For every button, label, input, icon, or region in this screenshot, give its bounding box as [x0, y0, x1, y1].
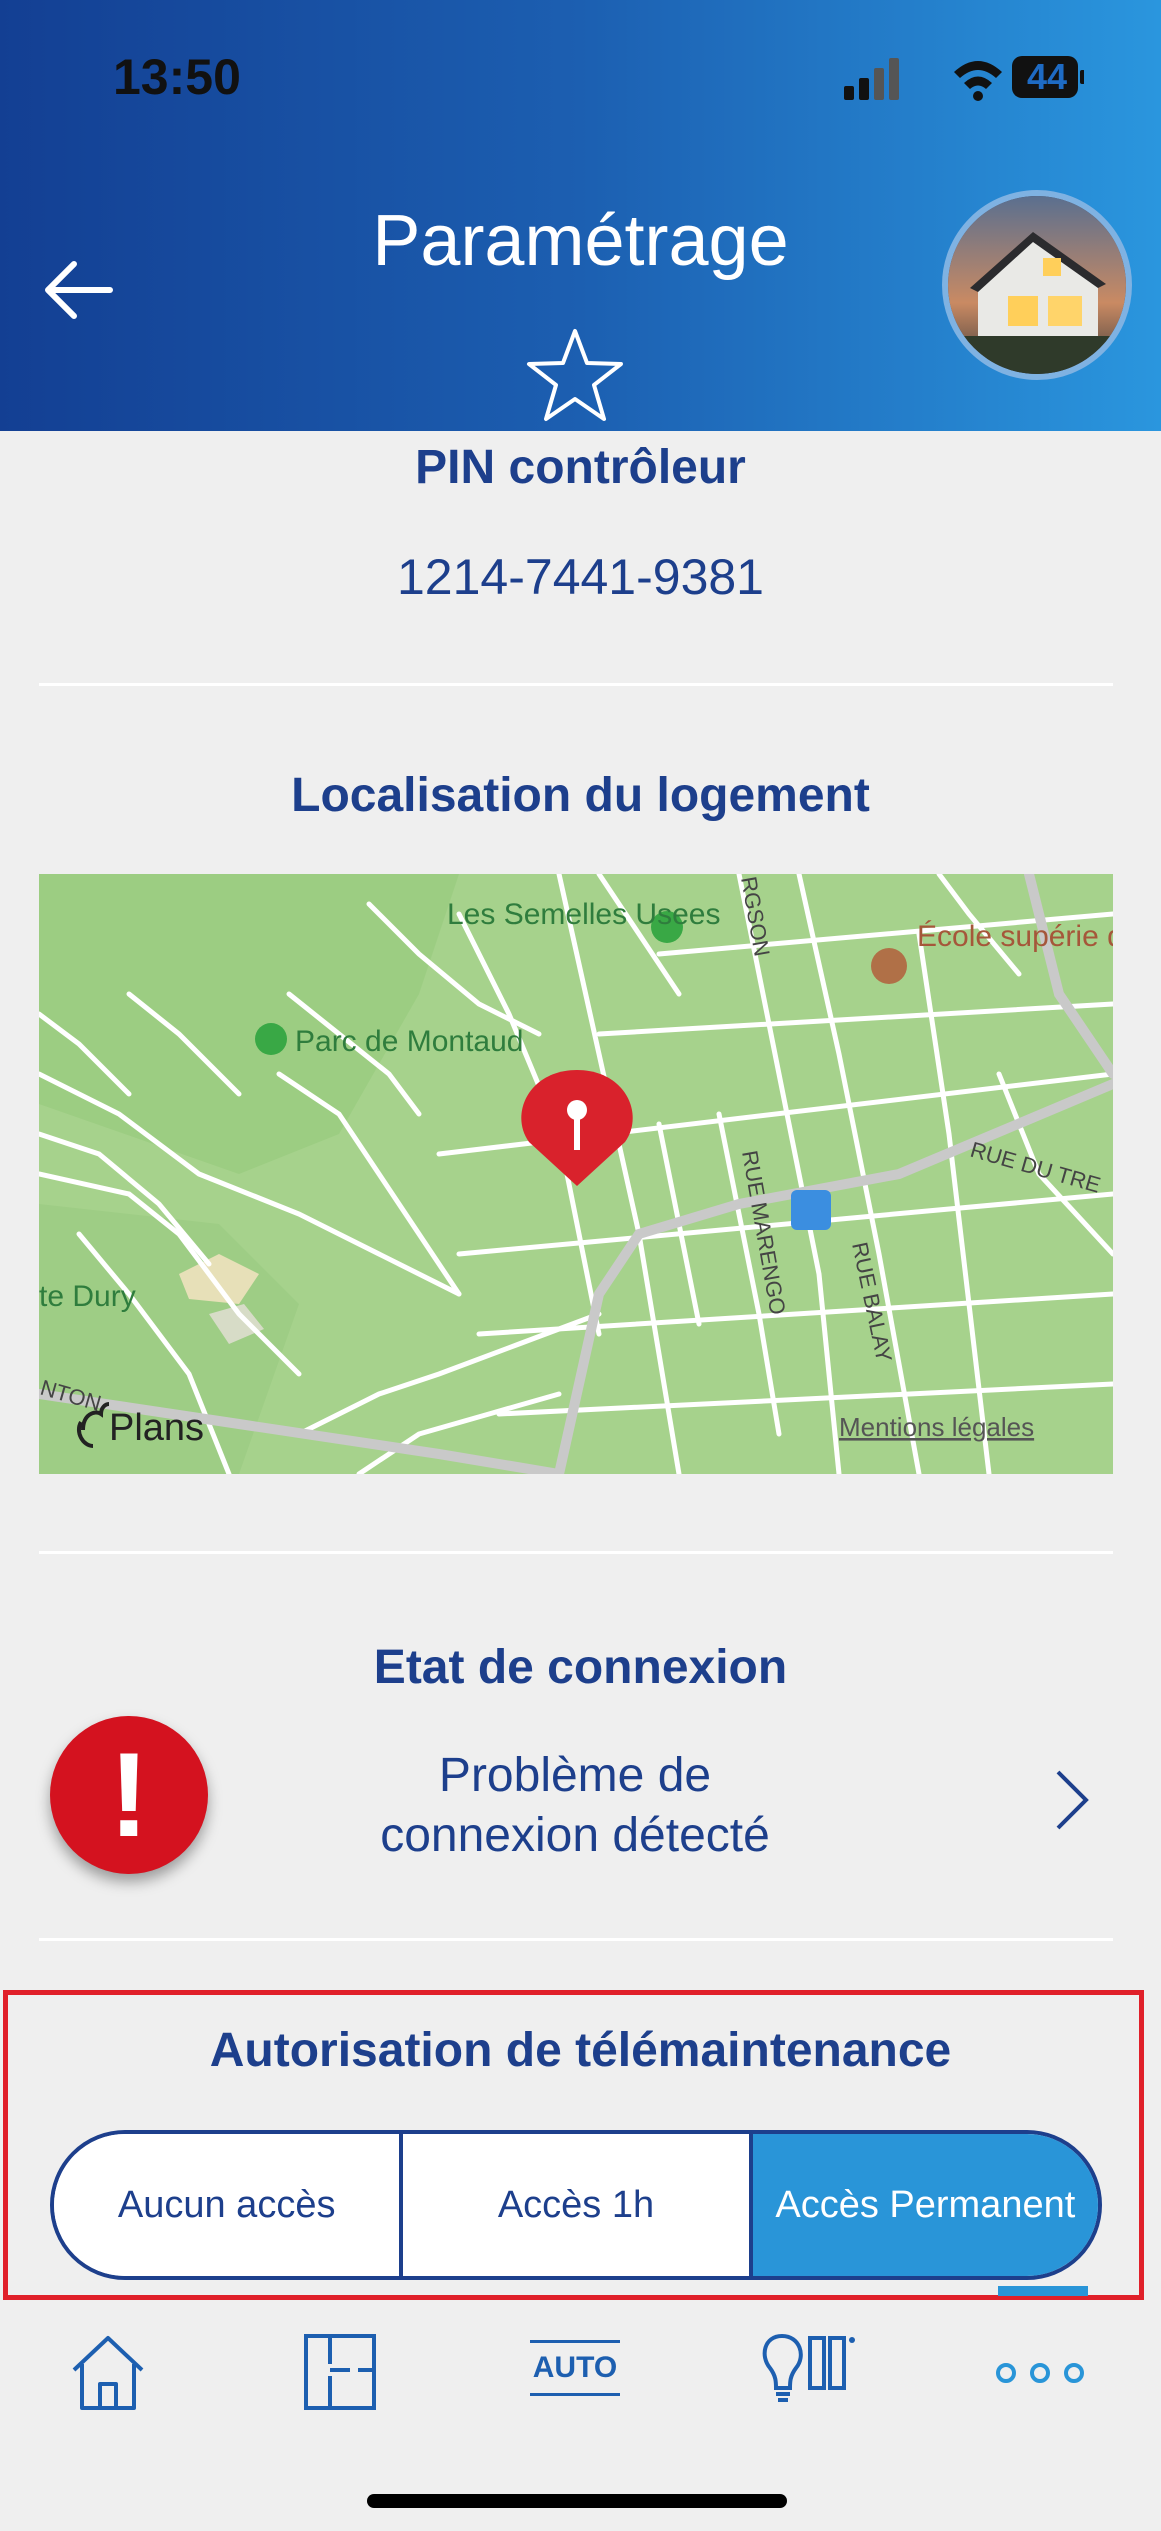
map-label: te Dury [39, 1280, 136, 1313]
pin-value: 1214-7441-9381 [397, 549, 764, 605]
map-canvas: Les Semelles Usees Parc de Montaud École… [39, 874, 1113, 1474]
battery-level: 44 [1026, 56, 1068, 97]
house-image [948, 196, 1126, 374]
chevron-right-icon[interactable] [1052, 1768, 1092, 1832]
favorite-star-icon[interactable] [525, 327, 625, 423]
legal-link: Mentions légales [839, 1412, 1034, 1442]
connection-status-line1: Problème de [438, 1749, 712, 1802]
wifi-icon [954, 61, 1002, 101]
permanent-access-option[interactable]: Accès Permanent [752, 2134, 1098, 2276]
access-segmented-control[interactable]: Aucun accès Accès 1h Accès Permanent [50, 2130, 1102, 2280]
location-map[interactable]: Les Semelles Usees Parc de Montaud École… [39, 874, 1113, 1474]
cellular-icon [844, 58, 899, 100]
divider [39, 1551, 1113, 1554]
home-icon[interactable] [68, 2330, 148, 2414]
divider [39, 683, 1113, 686]
location-title: Localisation du logement [291, 769, 870, 822]
map-label: Les Semelles Usees [447, 898, 720, 931]
maps-brand: Plans [109, 1407, 204, 1449]
floorplan-icon[interactable] [300, 2330, 380, 2414]
remote-maintenance-title: Autorisation de télémaintenance [209, 2024, 952, 2077]
access-1h-option[interactable]: Accès 1h [403, 2134, 753, 2276]
pin-title: PIN contrôleur [415, 441, 746, 494]
connection-status[interactable]: Problème de connexion détecté [200, 1746, 950, 1866]
connection-title: Etat de connexion [373, 1641, 788, 1694]
home-indicator[interactable] [367, 2494, 787, 2508]
alert-icon: ! [50, 1716, 208, 1874]
scroll-indicator [998, 2286, 1088, 2296]
more-icon[interactable] [990, 2358, 1090, 2388]
map-label: Parc de Montaud [295, 1025, 523, 1058]
divider [39, 1938, 1113, 1941]
auto-icon: AUTO [532, 2351, 618, 2384]
lighting-shutters-icon[interactable] [760, 2330, 860, 2414]
tab-auto[interactable]: AUTO [530, 2340, 620, 2396]
connection-status-line2: connexion détecté [380, 1809, 770, 1862]
map-label: École supérie d'Art et Desig de Saint-Ét… [917, 920, 1113, 953]
no-access-option[interactable]: Aucun accès [54, 2134, 404, 2276]
home-avatar[interactable] [942, 190, 1132, 380]
status-time: 13:50 [113, 49, 241, 105]
